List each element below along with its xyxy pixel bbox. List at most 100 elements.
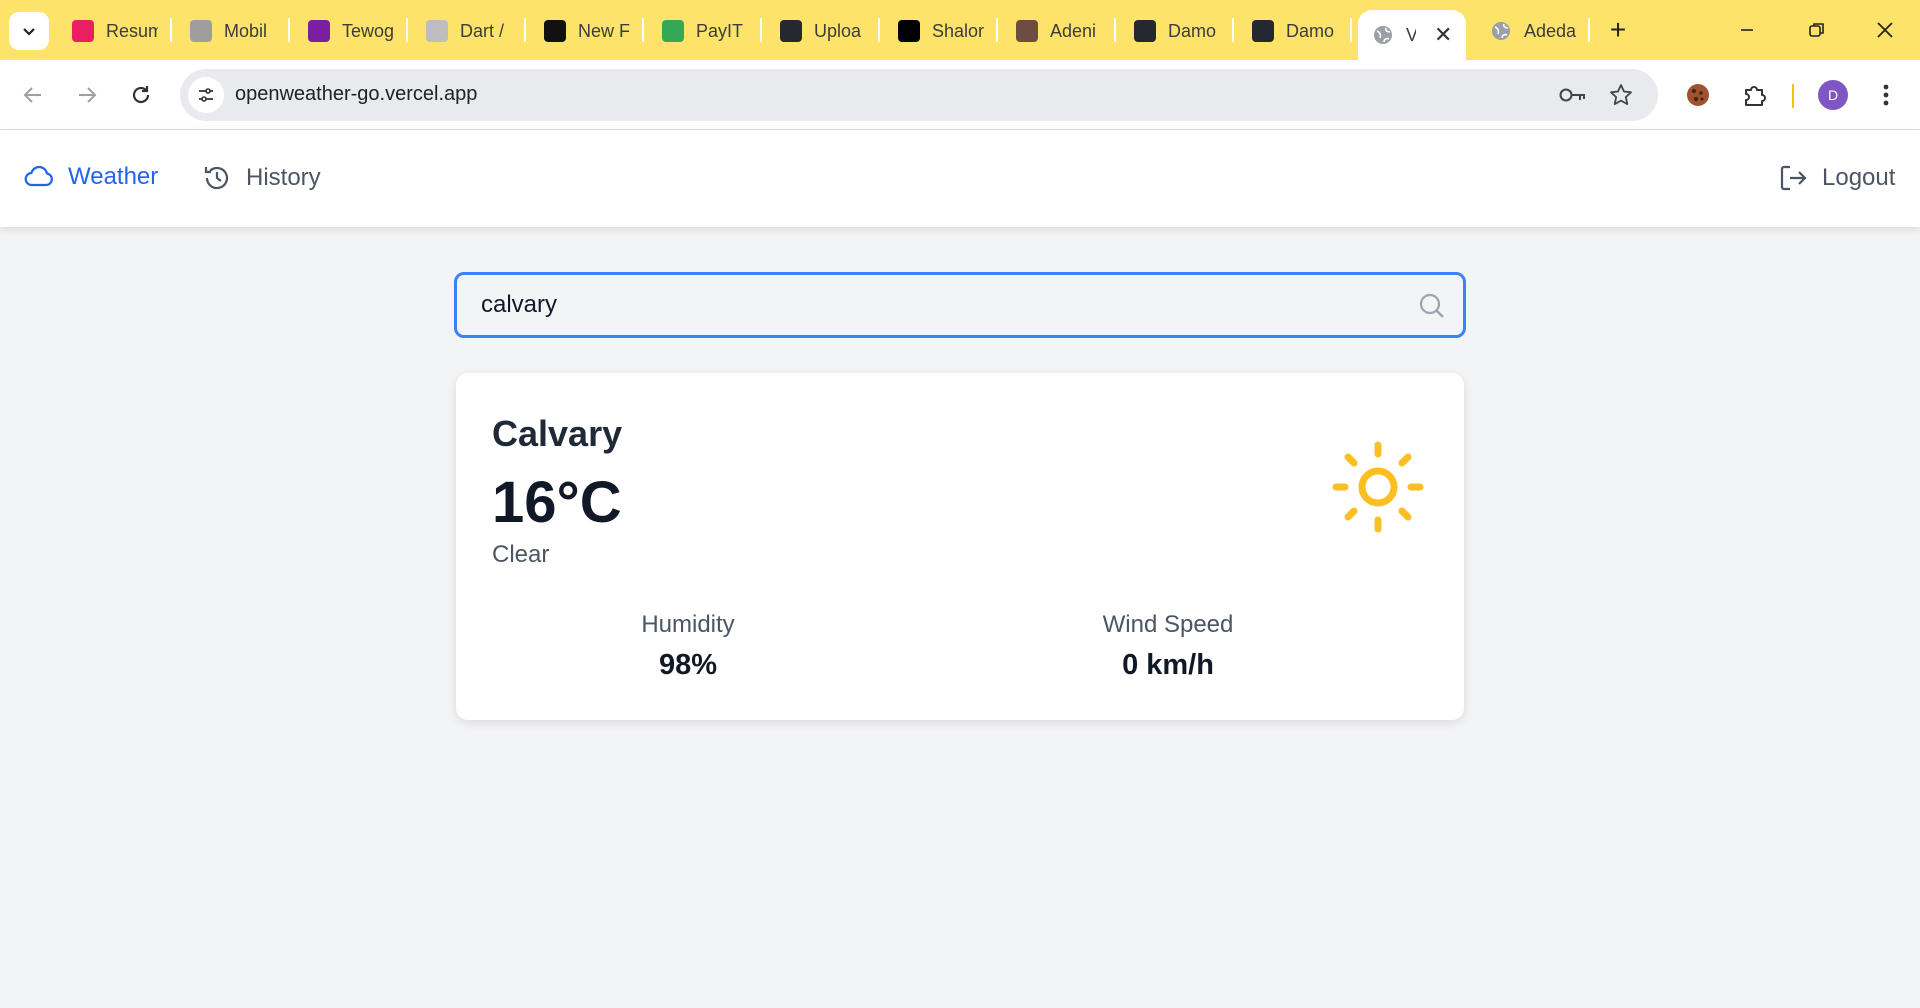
- tab-separator: [1114, 18, 1116, 42]
- tab-separator: [288, 18, 290, 42]
- tab-label: Uploa: [814, 20, 862, 41]
- tab-active[interactable]: V ✕: [1358, 10, 1466, 60]
- browser-toolbar: openweather-go.vercel.app D: [0, 60, 1920, 130]
- resume-app-icon: [72, 20, 94, 42]
- logout-icon: [1780, 165, 1807, 191]
- tab-separator: [760, 18, 762, 42]
- minimize-button[interactable]: [1722, 10, 1772, 50]
- tab-item[interactable]: Uploa: [766, 12, 876, 50]
- arrow-right-icon: [79, 87, 97, 103]
- minimize-icon: [1741, 29, 1753, 31]
- tab-label: Shalor: [932, 20, 984, 41]
- google-play-icon: [662, 20, 684, 42]
- close-window-button[interactable]: [1860, 10, 1910, 50]
- github-icon: [1134, 20, 1156, 42]
- reload-icon: [132, 86, 150, 104]
- weather-card: Calvary 16°C Clear Humidity 98% Wind Spe…: [456, 373, 1464, 720]
- profile-avatar[interactable]: D: [1818, 80, 1848, 110]
- github-icon: [780, 20, 802, 42]
- extensions-puzzle-icon[interactable]: [1736, 77, 1772, 113]
- nav-weather-label: Weather: [68, 163, 159, 190]
- tab-item[interactable]: Damo: [1238, 12, 1348, 50]
- humidity-value: 98%: [658, 649, 718, 681]
- tab-label: Mobil: [224, 20, 268, 41]
- weather-condition: Clear: [492, 541, 550, 568]
- tab-label: Tewog: [342, 20, 394, 41]
- globe-icon: [1372, 24, 1394, 46]
- nav-weather-link[interactable]: Weather: [24, 163, 158, 191]
- tab-separator: [996, 18, 998, 42]
- url-text[interactable]: openweather-go.vercel.app: [235, 83, 477, 106]
- tab-item[interactable]: Resum: [58, 12, 168, 50]
- humidity-stat: Humidity 98%: [538, 611, 838, 682]
- tab-item[interactable]: Tewog: [294, 12, 404, 50]
- tab-label: V: [1406, 24, 1416, 45]
- tab-label: Damo: [1286, 20, 1335, 41]
- cookie-extension-icon[interactable]: [1680, 77, 1716, 113]
- close-icon: [1877, 22, 1893, 38]
- temperature: 16°C: [492, 470, 622, 535]
- search-icon[interactable]: [1417, 291, 1447, 326]
- tab-label: Damo: [1168, 20, 1217, 41]
- reload-button[interactable]: [121, 75, 161, 115]
- tab-item[interactable]: PayIT: [648, 12, 758, 50]
- mjm-logo-icon: [426, 20, 448, 42]
- profile-photo-icon: [1016, 20, 1038, 42]
- tune-icon: [199, 88, 213, 102]
- password-key-icon[interactable]: [1558, 83, 1588, 112]
- tab-item[interactable]: Damo: [1120, 12, 1230, 50]
- logout-label: Logout: [1822, 164, 1896, 191]
- tab-separator: [1588, 18, 1590, 42]
- plus-icon: +: [1609, 14, 1627, 45]
- tab-item[interactable]: New F: [530, 12, 640, 50]
- tab-label: Dart /: [460, 20, 505, 41]
- tab-item[interactable]: Adeni: [1002, 12, 1112, 50]
- city-search-input[interactable]: [481, 287, 1381, 323]
- logout-button[interactable]: Logout: [1778, 163, 1895, 193]
- back-button[interactable]: [13, 75, 53, 115]
- site-settings-button[interactable]: [188, 77, 224, 113]
- tab-separator: [1350, 18, 1352, 42]
- globe-icon: [1490, 20, 1512, 42]
- wind-speed-stat: Wind Speed 0 km/h: [1018, 611, 1318, 682]
- x-logo-icon: [898, 20, 920, 42]
- address-bar[interactable]: openweather-go.vercel.app: [180, 69, 1658, 121]
- restore-icon: [1809, 23, 1824, 37]
- browser-menu-button[interactable]: [1868, 77, 1904, 113]
- sun-icon: [1332, 441, 1424, 538]
- tab-separator: [406, 18, 408, 42]
- tab-separator: [642, 18, 644, 42]
- tab-separator: [878, 18, 880, 42]
- nav-history-label: History: [246, 164, 321, 191]
- tab-item[interactable]: Dart /: [412, 12, 522, 50]
- history-clock-icon: [204, 166, 229, 190]
- tab-separator: [524, 18, 526, 42]
- tab-separator: [1232, 18, 1234, 42]
- browser-tabstrip: Resum Mobil Tewog Dart / New F PayIT Uploa Shal…: [0, 0, 1920, 60]
- cloud-icon: [24, 165, 53, 187]
- humidity-label: Humidity: [641, 611, 735, 638]
- forward-button[interactable]: [67, 75, 107, 115]
- city-search-box: [454, 272, 1466, 338]
- toolbar-divider: [1792, 84, 1794, 108]
- close-tab-icon[interactable]: ✕: [1434, 22, 1452, 48]
- tab-item[interactable]: Shalor: [884, 12, 994, 50]
- openai-icon: [190, 20, 212, 42]
- tab-label: Adeni: [1050, 20, 1097, 41]
- bookmark-star-icon[interactable]: [1608, 82, 1634, 113]
- photo-thumbnail-icon: [308, 20, 330, 42]
- tab-item[interactable]: Mobil: [176, 12, 286, 50]
- chevron-down-icon: [23, 28, 35, 36]
- tab-label: Resum: [106, 20, 158, 41]
- more-vertical-icon: [1883, 84, 1889, 106]
- new-tab-button[interactable]: +: [1600, 12, 1636, 48]
- restore-button[interactable]: [1792, 10, 1842, 50]
- arrow-left-icon: [23, 87, 41, 103]
- tab-label: Adeda: [1524, 20, 1576, 41]
- tab-search-button[interactable]: [9, 12, 49, 50]
- tab-item[interactable]: Adeda: [1476, 12, 1586, 50]
- tab-label: New F: [578, 20, 630, 41]
- tab-label: PayIT: [696, 20, 744, 41]
- nav-history-link[interactable]: History: [202, 163, 321, 193]
- triangle-logo-icon: [544, 20, 566, 42]
